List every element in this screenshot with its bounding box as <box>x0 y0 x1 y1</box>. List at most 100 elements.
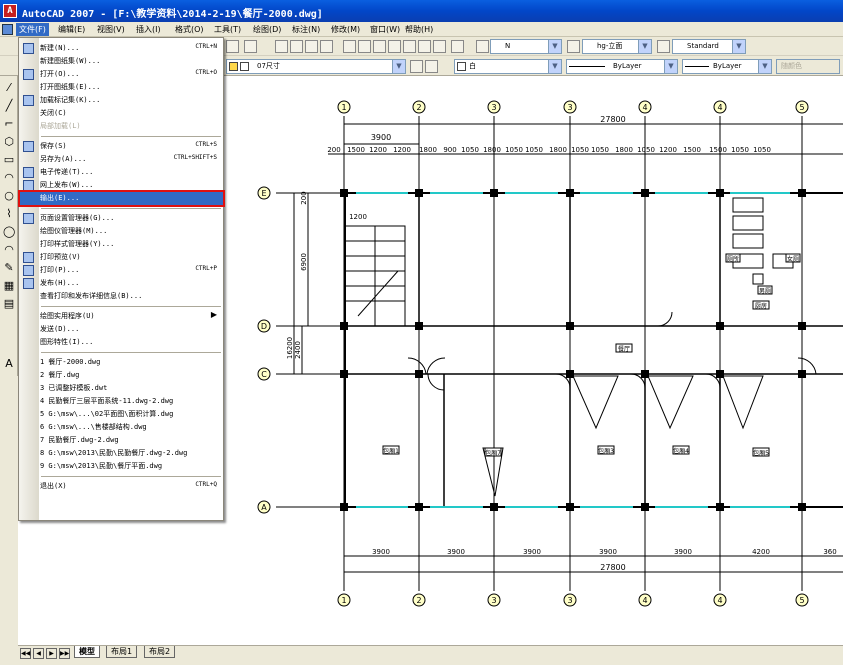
file-menu-item-3[interactable]: 打开图纸集(E)... <box>20 81 223 94</box>
linetype-select[interactable]: ByLayer ▼ <box>566 59 678 74</box>
menu-edit[interactable]: 编辑(E) <box>55 23 88 36</box>
menu-view[interactable]: 视图(V) <box>94 23 128 36</box>
chevron-down-icon[interactable]: ▼ <box>758 60 771 73</box>
make-layer-current-icon[interactable] <box>410 60 423 73</box>
file-menu-item-14[interactable]: 页面设置管理器(G)... <box>20 212 223 225</box>
file-menu-item-15[interactable]: 绘图仪管理器(M)... <box>20 225 223 238</box>
arc-icon[interactable]: ◠ <box>3 172 15 184</box>
quickcalc-icon[interactable] <box>418 40 431 53</box>
menu-window[interactable]: 窗口(W) <box>367 23 403 36</box>
file-menu-item-8[interactable]: 保存(S) CTRL+S <box>20 140 223 153</box>
file-menu-item-24[interactable]: 图形特性(I)... <box>20 336 223 349</box>
file-menu-item-11[interactable]: 网上发布(W)... <box>20 179 223 192</box>
properties-icon[interactable] <box>343 40 356 53</box>
line-tool-icon[interactable]: ⁄ <box>3 82 15 94</box>
dim-style-select[interactable]: hg-立面 ▼ <box>582 39 652 54</box>
table-style-icon[interactable] <box>657 40 670 53</box>
menu-modify[interactable]: 修改(M) <box>328 23 363 36</box>
file-menu-item-28[interactable]: 3 已调整好模板.dwt <box>20 382 223 395</box>
construction-line-icon[interactable]: ╱ <box>3 100 15 112</box>
table-icon[interactable]: ▤ <box>3 298 15 310</box>
menu-dimension[interactable]: 标注(N) <box>289 23 323 36</box>
file-menu-item-32[interactable]: 7 民勤餐厅.dwg-2.dwg <box>20 434 223 447</box>
file-menu-item-34[interactable]: 9 G:\msw\2013\民勤\餐厅平面.dwg <box>20 460 223 473</box>
insert-block-icon[interactable]: ✎ <box>3 262 15 274</box>
help-icon[interactable] <box>451 40 464 53</box>
rectangle-icon[interactable]: ▭ <box>3 154 15 166</box>
file-menu-item-22[interactable]: 绘图实用程序(U) ▶ <box>20 310 223 323</box>
polygon-icon[interactable]: ⬡ <box>3 136 15 148</box>
etransmit-icon <box>23 167 34 178</box>
lineweight-select[interactable]: ByLayer ▼ <box>682 59 772 74</box>
chevron-down-icon[interactable]: ▼ <box>548 60 561 73</box>
tab-layout2[interactable]: 布局2 <box>144 646 176 658</box>
circle-icon[interactable]: ○ <box>3 190 15 202</box>
file-menu-item-12[interactable]: 输出(E)... <box>18 190 225 207</box>
tool-palettes-icon[interactable] <box>373 40 386 53</box>
menu-tools[interactable]: 工具(T) <box>211 23 244 36</box>
zoom-realtime-icon[interactable] <box>290 40 303 53</box>
menu-insert[interactable]: 插入(I) <box>133 23 164 36</box>
tab-layout1[interactable]: 布局1 <box>106 646 138 658</box>
autocad-app-icon[interactable]: A <box>3 4 17 18</box>
table-style-select[interactable]: Standard ▼ <box>672 39 746 54</box>
layer-select[interactable]: 07尺寸 ▼ <box>226 59 406 74</box>
file-menu-item-16[interactable]: 打印样式管理器(Y)... <box>20 238 223 251</box>
chevron-down-icon[interactable]: ▼ <box>664 60 677 73</box>
pan-icon[interactable] <box>275 40 288 53</box>
file-menu-item-18[interactable]: 打印(P)... CTRL+P <box>20 264 223 277</box>
file-menu-item-20[interactable]: 查看打印和发布详细信息(B)... <box>20 290 223 303</box>
plot-preview-icon <box>23 252 34 263</box>
doc-menu-icon[interactable] <box>2 24 13 35</box>
mtext-icon[interactable]: A <box>3 358 15 370</box>
ellipse-arc-icon[interactable]: ◠ <box>3 244 15 256</box>
polyline-icon[interactable]: ⌐ <box>3 118 15 130</box>
file-menu-item-36[interactable]: 退出(X) CTRL+Q <box>20 480 223 493</box>
file-menu-item-17[interactable]: 打印预览(V) <box>20 251 223 264</box>
undo-icon[interactable] <box>226 40 239 53</box>
next-tab-button[interactable]: ▶ <box>46 648 57 659</box>
chevron-down-icon[interactable]: ▼ <box>548 40 561 53</box>
file-menu-item-26[interactable]: 1 餐厅-2000.dwg <box>20 356 223 369</box>
color-select[interactable]: 白 ▼ <box>454 59 562 74</box>
file-menu-item-9[interactable]: 另存为(A)... CTRL+SHIFT+S <box>20 153 223 166</box>
chevron-down-icon[interactable]: ▼ <box>638 40 651 53</box>
file-menu-item-29[interactable]: 4 民勤餐厅三层平面系统-11.dwg-2.dwg <box>20 395 223 408</box>
chevron-down-icon[interactable]: ▼ <box>392 60 405 73</box>
first-tab-button[interactable]: ◀◀ <box>20 648 31 659</box>
sheet-set-icon[interactable] <box>388 40 401 53</box>
design-center-icon[interactable] <box>358 40 371 53</box>
text-style-icon[interactable] <box>476 40 489 53</box>
file-menu-item-1[interactable]: 新建图纸集(W)... <box>20 55 223 68</box>
file-menu-item-5[interactable]: 关闭(C) <box>20 107 223 120</box>
revision-cloud-icon[interactable]: ⌇ <box>3 208 15 220</box>
dim-style-icon[interactable] <box>567 40 580 53</box>
menu-format[interactable]: 格式(O) <box>172 23 207 36</box>
text-style-select[interactable]: N ▼ <box>490 39 562 54</box>
markup-icon[interactable] <box>403 40 416 53</box>
ellipse-icon[interactable]: ◯ <box>3 226 15 238</box>
file-menu-item-31[interactable]: 6 G:\msw\...\售楼部结构.dwg <box>20 421 223 434</box>
zoom-window-icon[interactable] <box>305 40 318 53</box>
file-menu-item-23[interactable]: 发送(D)... <box>20 323 223 336</box>
prev-tab-button[interactable]: ◀ <box>33 648 44 659</box>
file-menu-item-33[interactable]: 8 G:\msw\2013\民勤\民勤餐厅.dwg-2.dwg <box>20 447 223 460</box>
chevron-down-icon[interactable]: ▼ <box>732 40 745 53</box>
file-menu-item-0[interactable]: 新建(N)... CTRL+N <box>20 42 223 55</box>
tab-model[interactable]: 模型 <box>74 646 100 658</box>
file-menu-item-30[interactable]: 5 G:\msw\...\02平面图\面积计算.dwg <box>20 408 223 421</box>
redo-icon[interactable] <box>244 40 257 53</box>
last-tab-button[interactable]: ▶▶ <box>59 648 70 659</box>
menu-draw[interactable]: 绘图(D) <box>250 23 284 36</box>
file-menu-item-10[interactable]: 电子传递(T)... <box>20 166 223 179</box>
zoom-previous-icon[interactable] <box>320 40 333 53</box>
calculator-icon[interactable] <box>433 40 446 53</box>
layer-previous-icon[interactable] <box>425 60 438 73</box>
menu-help[interactable]: 帮助(H) <box>402 23 436 36</box>
file-menu-item-4[interactable]: 加载标记集(K)... <box>20 94 223 107</box>
menu-file[interactable]: 文件(F) <box>16 23 49 36</box>
file-menu-item-27[interactable]: 2 餐厅.dwg <box>20 369 223 382</box>
file-menu-item-2[interactable]: 打开(O)... CTRL+O <box>20 68 223 81</box>
hatch-icon[interactable]: ▦ <box>3 280 15 292</box>
file-menu-item-19[interactable]: 发布(H)... <box>20 277 223 290</box>
